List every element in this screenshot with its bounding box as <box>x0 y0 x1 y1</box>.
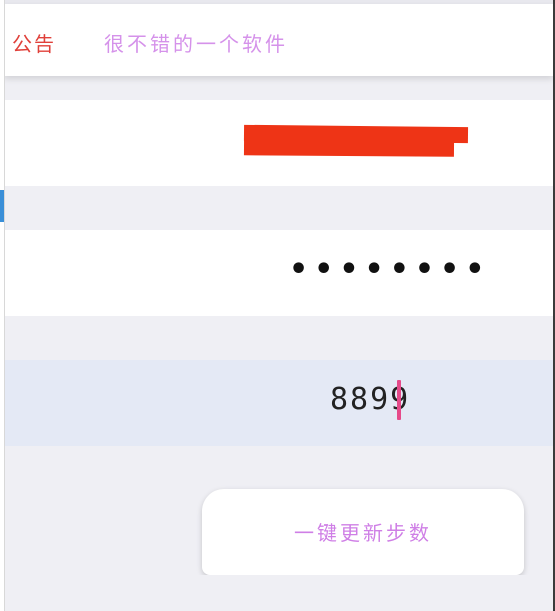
account-field[interactable]: ···· ··· ·· <box>4 100 553 186</box>
password-field[interactable]: •••••••• <box>4 230 553 316</box>
redaction-mark <box>243 139 455 157</box>
text-cursor <box>397 380 401 420</box>
left-window-edge <box>0 0 5 611</box>
phone-view: 公告 很不错的一个软件 ···· ··· ·· •••••••• 8899 一键… <box>4 0 553 611</box>
update-steps-button[interactable]: 一键更新步数 <box>202 489 524 575</box>
bottom-area <box>4 575 553 611</box>
notice-text: 很不错的一个软件 <box>104 32 288 56</box>
left-edge-highlight <box>0 190 4 222</box>
steps-input[interactable]: 8899 <box>4 360 553 446</box>
update-steps-label: 一键更新步数 <box>294 521 432 545</box>
notice-bar: 公告 很不错的一个软件 <box>4 4 553 76</box>
notice-label: 公告 <box>12 32 56 56</box>
app-screen: 公告 很不错的一个软件 ···· ··· ·· •••••••• 8899 一键… <box>0 0 555 611</box>
password-value: •••••••• <box>289 252 491 287</box>
